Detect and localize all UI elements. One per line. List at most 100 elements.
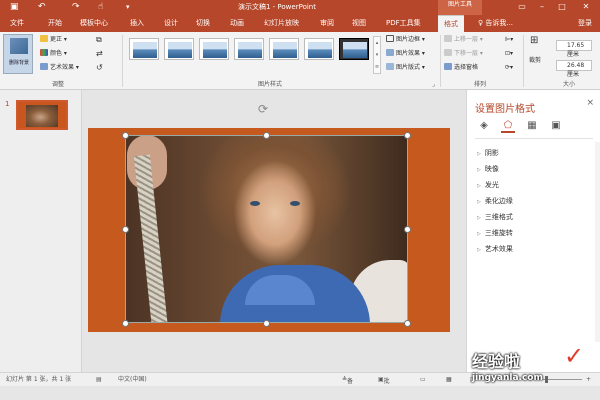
zoom-slider-knob[interactable] <box>545 376 548 383</box>
corrections-button[interactable]: 更正 ▾ <box>40 35 67 45</box>
change-picture-icon[interactable]: ⇄ <box>96 49 103 59</box>
tell-me-search[interactable]: ♀ 告诉我... <box>478 15 513 32</box>
color-icon <box>40 49 48 56</box>
resize-handle[interactable] <box>263 320 270 327</box>
section-glow[interactable]: ▷ 发光 <box>477 180 499 190</box>
artistic-effects-button[interactable]: 艺术效果 ▾ <box>40 63 79 73</box>
fill-line-icon[interactable]: ◈ <box>477 119 491 133</box>
picture-icon[interactable]: ▣ <box>549 119 563 133</box>
section-artistic-effects[interactable]: ▷ 艺术效果 <box>477 244 513 254</box>
color-button[interactable]: 颜色 ▾ <box>40 49 67 59</box>
section-3d-rotation[interactable]: ▷ 三维旋转 <box>477 228 513 238</box>
rotate-icon[interactable]: ⟳▾ <box>505 63 513 73</box>
slide-thumbnail[interactable] <box>16 100 68 130</box>
remove-background-icon <box>10 38 28 54</box>
notes-button[interactable]: ≜ 备注 <box>342 375 353 395</box>
zoom-in-icon[interactable]: + <box>586 375 591 385</box>
picture-effects-button[interactable]: 图片效果 ▾ <box>386 49 425 59</box>
picture-style-5[interactable] <box>269 38 299 60</box>
tab-pdf-tools[interactable]: PDF工具集 <box>386 15 421 32</box>
tab-review[interactable]: 审阅 <box>320 15 334 32</box>
effects-icon[interactable]: ⬠ <box>501 119 515 133</box>
customize-icon[interactable]: ▾ <box>126 2 130 12</box>
picture-border-button[interactable]: 图片边框 ▾ <box>386 35 425 45</box>
selection-pane-button[interactable]: 选择窗格 <box>444 63 478 73</box>
comments-button[interactable]: ▣ 批注 <box>378 375 390 395</box>
close-pane-icon[interactable]: × <box>586 98 594 108</box>
tab-slideshow[interactable]: 幻灯片放映 <box>264 15 299 32</box>
zoom-slider[interactable] <box>522 379 582 380</box>
context-tab-group: 图片工具 <box>438 0 482 15</box>
dialog-launcher-icon[interactable]: ⌟ <box>432 81 435 88</box>
ribbon-tabs: 文件 开始 模板中心 插入 设计 切换 动画 幻灯片放映 审阅 视图 PDF工具… <box>0 15 600 32</box>
resize-handle[interactable] <box>404 226 411 233</box>
pane-scrollbar[interactable] <box>595 142 600 342</box>
arrange-group-label: 排列 <box>474 81 487 88</box>
rotate-handle-icon[interactable]: ⟳ <box>258 102 268 116</box>
tab-insert[interactable]: 插入 <box>130 15 144 32</box>
align-icon[interactable]: ⊫▾ <box>505 35 513 45</box>
ribbon-display-icon[interactable]: ▭ <box>514 0 530 14</box>
reading-view-icon[interactable]: ▯ <box>470 375 473 385</box>
tab-design[interactable]: 设计 <box>164 15 178 32</box>
compress-pictures-icon[interactable]: ⧉ <box>96 35 102 45</box>
resize-handle[interactable] <box>404 320 411 327</box>
tab-view[interactable]: 视图 <box>352 15 366 32</box>
width-input[interactable]: 26.48 厘米 <box>556 60 592 78</box>
ribbon: 删除背景 更正 ▾ 颜色 ▾ 艺术效果 ▾ ⧉ ⇄ ↺ 调整 ▴ ▾ ≡ 图片样式 … <box>0 32 600 90</box>
picture-style-2[interactable] <box>164 38 194 60</box>
login-link[interactable]: 登录 <box>578 15 592 32</box>
redo-icon[interactable]: ↷ <box>72 2 80 12</box>
slideshow-icon[interactable]: ▷ <box>494 375 499 385</box>
girl-photo[interactable] <box>125 135 408 323</box>
ribbon-separator <box>440 35 441 87</box>
size-properties-icon[interactable]: ▦ <box>525 119 539 133</box>
tab-home[interactable]: 开始 <box>48 15 62 32</box>
resize-handle[interactable] <box>122 320 129 327</box>
section-soft-edges[interactable]: ▷ 柔化边缘 <box>477 196 513 206</box>
gallery-scroll[interactable]: ▴ ▾ ≡ <box>373 36 381 74</box>
reset-picture-icon[interactable]: ↺ <box>96 63 103 73</box>
spellcheck-icon[interactable]: ▤ <box>96 375 102 385</box>
picture-style-4[interactable] <box>234 38 264 60</box>
picture-style-3[interactable] <box>199 38 229 60</box>
minimize-icon[interactable]: – <box>534 0 550 14</box>
zoom-out-icon[interactable]: − <box>512 375 517 385</box>
bottom-strip <box>0 386 600 400</box>
resize-handle[interactable] <box>404 132 411 139</box>
picture-style-1[interactable] <box>129 38 159 60</box>
resize-handle[interactable] <box>263 132 270 139</box>
tab-format[interactable]: 格式 <box>438 15 464 32</box>
slide-number: 1 <box>5 100 10 108</box>
save-icon[interactable]: ▣ <box>10 2 19 12</box>
slide-info: 幻灯片 第 1 张，共 1 张 <box>6 376 72 383</box>
section-3d-format[interactable]: ▷ 三维格式 <box>477 212 513 222</box>
picture-layout-button[interactable]: 图片版式 ▾ <box>386 63 425 73</box>
section-shadow[interactable]: ▷ 阴影 <box>477 148 499 158</box>
picture-style-6[interactable] <box>304 38 334 60</box>
crop-button[interactable]: 裁剪 <box>529 56 541 66</box>
tab-template-center[interactable]: 模板中心 <box>80 15 108 32</box>
height-input[interactable]: 17.65 厘米 <box>556 40 592 58</box>
send-backward-button[interactable]: 下移一层 ▾ <box>444 49 483 59</box>
undo-icon[interactable]: ↶ <box>38 2 46 12</box>
language-indicator[interactable]: 中文(中国) <box>118 375 147 385</box>
section-reflection[interactable]: ▷ 映像 <box>477 164 499 174</box>
picture-style-7[interactable] <box>339 38 369 60</box>
slide-sorter-icon[interactable]: ▦ <box>446 375 452 385</box>
touch-mode-icon[interactable]: ☝ <box>98 2 103 12</box>
bring-forward-button[interactable]: 上移一层 ▾ <box>444 35 483 45</box>
normal-view-icon[interactable]: ▭ <box>420 375 426 385</box>
slide[interactable] <box>88 128 450 332</box>
tab-file[interactable]: 文件 <box>10 15 24 32</box>
remove-background-button[interactable]: 删除背景 <box>3 34 33 74</box>
picture-styles-group-label: 图片样式 <box>258 81 283 88</box>
tab-transitions[interactable]: 切换 <box>196 15 210 32</box>
crop-icon[interactable]: ⊞ <box>530 36 538 46</box>
maximize-icon[interactable]: □ <box>554 0 570 14</box>
resize-handle[interactable] <box>122 226 129 233</box>
group-icon[interactable]: ⊡▾ <box>505 49 513 59</box>
close-icon[interactable]: ✕ <box>578 0 594 14</box>
tab-animations[interactable]: 动画 <box>230 15 244 32</box>
resize-handle[interactable] <box>122 132 129 139</box>
